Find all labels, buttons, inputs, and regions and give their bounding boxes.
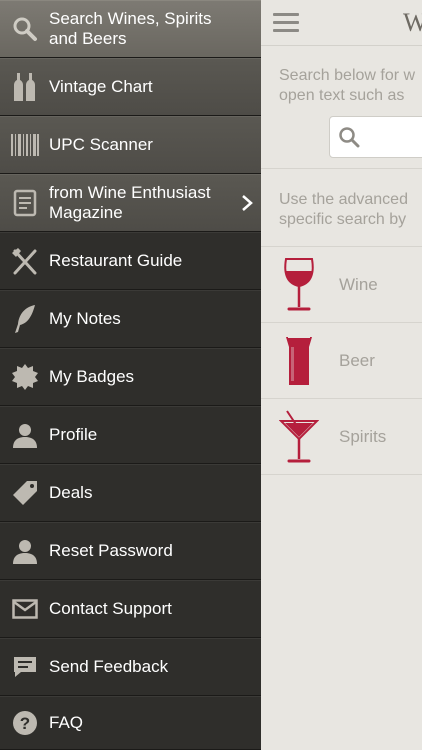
menu-label: My Notes (49, 309, 121, 328)
menu-label: from Wine Enthusiast Magazine (49, 183, 211, 222)
tag-icon (10, 478, 40, 508)
menu-label: Vintage Chart (49, 77, 153, 96)
menu-item-reset-password[interactable]: Reset Password (0, 522, 261, 580)
wine-glass-icon (279, 257, 319, 315)
brand-title: Wi (403, 8, 422, 37)
category-label: Wine (339, 275, 378, 294)
menu-label: Profile (49, 425, 98, 444)
advanced-search-instructions: Use the advanced specific search by (279, 190, 408, 230)
menu-item-search[interactable]: Search Wines, Spirits and Beers (0, 0, 261, 58)
chevron-right-icon (241, 194, 253, 212)
envelope-icon (10, 594, 40, 624)
category-label: Beer (339, 351, 375, 370)
menu-label: Search Wines, Spirits and Beers (49, 9, 212, 48)
search-icon (10, 14, 40, 44)
magazine-icon (10, 188, 40, 218)
top-bar: Wi (261, 0, 422, 46)
menu-label: FAQ (49, 713, 84, 732)
menu-label: My Badges (49, 367, 135, 386)
svg-text:?: ? (20, 714, 30, 733)
menu-item-profile[interactable]: Profile (0, 406, 261, 464)
menu-item-restaurant-guide[interactable]: Restaurant Guide (0, 232, 261, 290)
menu-label: Deals (49, 483, 93, 502)
side-menu: Search Wines, Spirits and Beers Vintage … (0, 0, 261, 750)
martini-glass-icon (278, 409, 320, 467)
person-icon (10, 536, 40, 566)
category-spirits[interactable]: Spirits (261, 399, 422, 475)
divider (261, 168, 422, 169)
menu-label: Contact Support (49, 599, 172, 618)
category-label: Spirits (339, 427, 387, 446)
menu-label: UPC Scanner (49, 135, 153, 154)
advanced-instructions-line: Use the advanced (279, 191, 408, 208)
chat-icon (10, 652, 40, 682)
menu-item-contact-support[interactable]: Contact Support (0, 580, 261, 638)
menu-item-send-feedback[interactable]: Send Feedback (0, 638, 261, 696)
bottles-icon (10, 72, 40, 102)
menu-item-faq[interactable]: ? FAQ (0, 696, 261, 750)
hamburger-menu-icon[interactable] (273, 13, 299, 33)
menu-item-my-badges[interactable]: My Badges (0, 348, 261, 406)
menu-label: Send Feedback (49, 657, 169, 676)
search-instructions: Search below for w open text such as (279, 66, 415, 106)
quill-icon (10, 304, 40, 334)
menu-label: Reset Password (49, 541, 173, 560)
menu-label: Restaurant Guide (49, 251, 183, 270)
barcode-icon (10, 130, 40, 160)
category-beer[interactable]: Beer (261, 323, 422, 399)
search-input[interactable] (329, 116, 422, 158)
main-panel: Wi Search below for w open text such as … (261, 0, 422, 750)
menu-item-upc-scanner[interactable]: UPC Scanner (0, 116, 261, 174)
advanced-instructions-line: specific search by (279, 211, 407, 228)
menu-item-vintage-chart[interactable]: Vintage Chart (0, 58, 261, 116)
person-icon (10, 420, 40, 450)
help-icon: ? (10, 708, 40, 738)
badge-icon (10, 362, 40, 392)
search-instructions-line: Search below for w (279, 67, 416, 84)
beer-glass-icon (279, 333, 319, 391)
search-instructions-line: open text such as (279, 87, 405, 104)
search-icon (338, 126, 360, 153)
menu-item-deals[interactable]: Deals (0, 464, 261, 522)
category-wine[interactable]: Wine (261, 247, 422, 323)
fork-knife-icon (10, 246, 40, 276)
menu-item-my-notes[interactable]: My Notes (0, 290, 261, 348)
menu-item-magazine[interactable]: from Wine Enthusiast Magazine (0, 174, 261, 232)
